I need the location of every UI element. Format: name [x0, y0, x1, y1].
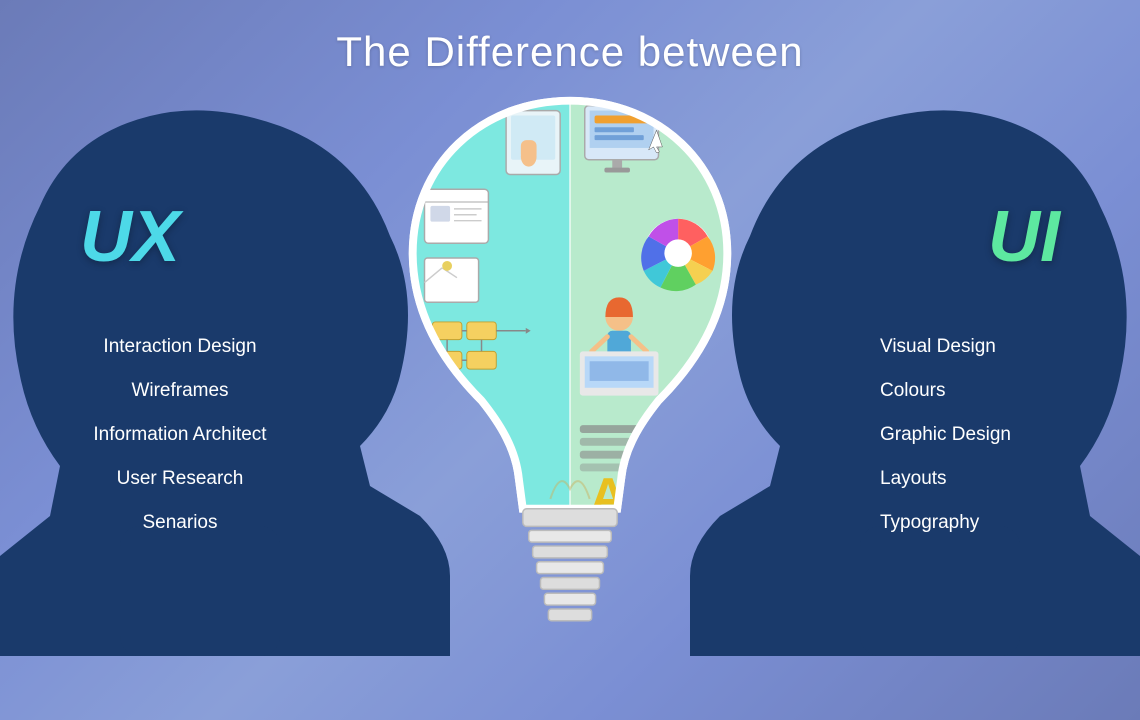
- ux-items-list: Interaction Design Wireframes Informatio…: [40, 336, 320, 556]
- main-content: UX UI Interaction Design Wireframes Info…: [0, 76, 1140, 696]
- page-title: The Difference between: [336, 28, 803, 76]
- ux-item-1: Interaction Design: [40, 336, 320, 358]
- ui-item-5: Typography: [880, 512, 1100, 534]
- ui-item-3: Graphic Design: [880, 424, 1100, 446]
- ux-item-4: User Research: [40, 468, 320, 490]
- ui-label: UI: [988, 196, 1060, 278]
- ui-item-4: Layouts: [880, 468, 1100, 490]
- ux-label: UX: [80, 196, 180, 278]
- lightbulb: Aa: [380, 86, 760, 666]
- ux-item-2: Wireframes: [40, 380, 320, 402]
- ux-item-3: Information Architect: [40, 424, 320, 446]
- ui-item-2: Colours: [880, 380, 1100, 402]
- ui-item-1: Visual Design: [880, 336, 1100, 358]
- ux-item-5: Senarios: [40, 512, 320, 534]
- ui-items-list: Visual Design Colours Graphic Design Lay…: [880, 336, 1100, 556]
